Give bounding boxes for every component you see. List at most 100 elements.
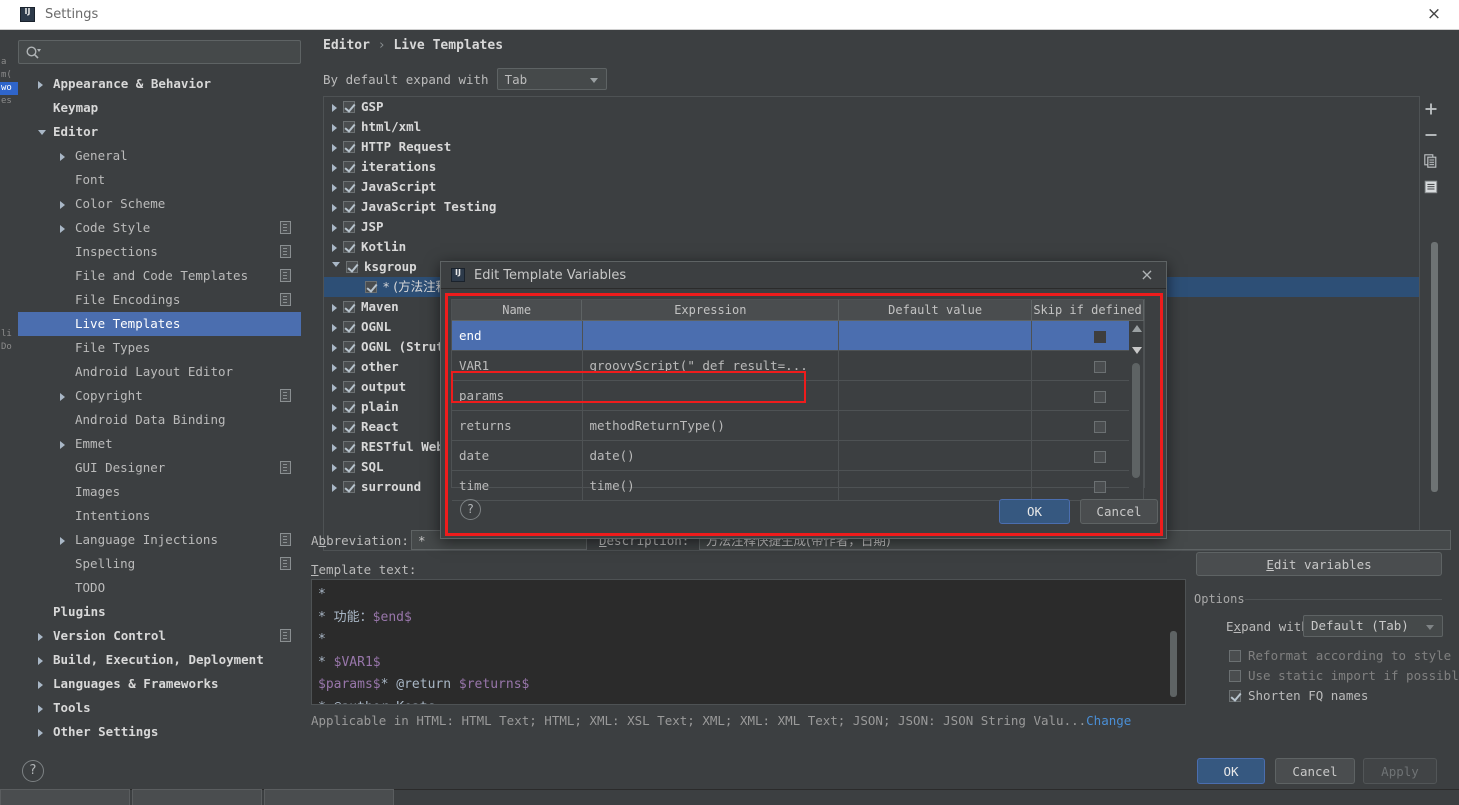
template-group-row[interactable]: html/xml [324,117,1419,137]
template-tree-scrollbar[interactable] [1429,242,1439,532]
sidebar-item-file-types[interactable]: File Types [18,336,301,360]
checkbox-icon[interactable] [1093,360,1106,373]
chevron-right-icon[interactable] [332,483,337,492]
ide-taskbar-tab[interactable] [132,789,262,805]
checkbox-icon[interactable] [343,300,355,313]
variable-default-value-cell[interactable] [839,411,1032,441]
chevron-right-icon[interactable] [38,81,43,89]
chevron-right-icon[interactable] [60,441,65,449]
chevron-right-icon[interactable] [332,163,337,172]
checkbox-icon[interactable] [343,320,355,333]
checkbox-icon[interactable] [343,480,355,493]
dialog-ok-button[interactable]: OK [999,499,1070,524]
checkbox-icon[interactable] [343,220,355,233]
expand-with-select[interactable]: Default (Tab) [1303,615,1443,637]
sidebar-item-file-encodings[interactable]: File Encodings [18,288,301,312]
variable-row[interactable]: end [452,321,1144,351]
template-group-row[interactable]: JavaScript Testing [324,197,1419,217]
apply-button[interactable]: Apply [1363,758,1437,784]
sidebar-item-other-settings[interactable]: Other Settings [18,720,301,744]
duplicate-button[interactable] [1420,174,1442,200]
checkbox-icon[interactable] [1093,390,1106,403]
sidebar-item-tools[interactable]: Tools [18,696,301,720]
checkbox-icon[interactable] [343,460,355,473]
checkbox-icon[interactable] [343,140,355,153]
checkbox-icon[interactable] [343,440,355,453]
sidebar-item-code-style[interactable]: Code Style [18,216,301,240]
checkbox-icon[interactable] [1093,420,1106,433]
variable-default-value-cell[interactable] [839,381,1032,411]
variable-default-value-cell[interactable] [839,351,1032,381]
scrollbar-thumb[interactable] [1132,363,1140,478]
default-expand-select[interactable]: Tab [496,68,607,90]
template-text-editor[interactable]: * * 功能：$end$ * * $VAR1$ $params$* @return… [311,579,1186,705]
template-group-row[interactable]: iterations [324,157,1419,177]
shorten-fq-names-checkbox[interactable]: Shorten FQ names [1229,688,1368,704]
checkbox-icon[interactable] [343,180,355,193]
chevron-right-icon[interactable] [332,143,337,152]
variable-skip-if-defined-cell[interactable] [1031,441,1144,471]
help-button[interactable]: ? [22,760,44,782]
variable-row[interactable]: date date() [452,441,1144,471]
checkbox-icon[interactable] [1093,330,1106,343]
chevron-right-icon[interactable] [332,443,337,452]
chevron-right-icon[interactable] [332,123,337,132]
sidebar-item-android-layout-editor[interactable]: Android Layout Editor [18,360,301,384]
checkbox-icon[interactable] [343,340,355,353]
chevron-right-icon[interactable] [332,423,337,432]
edit-variables-button[interactable]: Edit variables [1196,552,1442,576]
checkbox-icon[interactable] [343,420,355,433]
variable-expression-cell[interactable]: groovyScript(" def result=... [582,351,840,381]
variable-row[interactable]: returns methodReturnType() [452,411,1144,441]
variable-skip-if-defined-cell[interactable] [1031,351,1144,381]
add-button[interactable] [1420,96,1442,122]
ide-taskbar-tab[interactable] [264,789,394,805]
template-group-row[interactable]: GSP [324,97,1419,117]
sidebar-item-images[interactable]: Images [18,480,301,504]
chevron-right-icon[interactable] [38,729,43,737]
chevron-down-icon[interactable] [38,130,46,139]
variable-expression-cell[interactable]: date() [582,441,840,471]
template-group-row[interactable]: JSP [324,217,1419,237]
remove-button[interactable] [1420,122,1442,148]
template-group-row[interactable]: HTTP Request [324,137,1419,157]
dialog-help-button[interactable]: ? [460,499,481,520]
dialog-cancel-button[interactable]: Cancel [1080,499,1158,524]
sidebar-item-color-scheme[interactable]: Color Scheme [18,192,301,216]
chevron-right-icon[interactable] [38,681,43,689]
variable-skip-if-defined-cell[interactable] [1031,381,1144,411]
close-icon[interactable]: × [1137,266,1157,284]
sidebar-item-copyright[interactable]: Copyright [18,384,301,408]
checkbox-icon[interactable] [1093,450,1106,463]
chevron-right-icon[interactable] [38,705,43,713]
search-input[interactable] [18,40,301,64]
variable-row[interactable]: params [452,381,1144,411]
sidebar-item-file-and-code-templates[interactable]: File and Code Templates [18,264,301,288]
checkbox-icon[interactable] [343,380,355,393]
variable-name-cell[interactable]: date [452,441,583,471]
sidebar-item-emmet[interactable]: Emmet [18,432,301,456]
checkbox-icon[interactable] [343,120,355,133]
sidebar-item-spelling[interactable]: Spelling [18,552,301,576]
variable-row[interactable]: VAR1 groovyScript(" def result=... [452,351,1144,381]
chevron-right-icon[interactable] [332,223,337,232]
sidebar-item-gui-designer[interactable]: GUI Designer [18,456,301,480]
variable-skip-if-defined-cell[interactable] [1031,321,1144,351]
chevron-right-icon[interactable] [332,303,337,312]
sidebar-item-inspections[interactable]: Inspections [18,240,301,264]
variable-expression-cell[interactable] [582,381,840,411]
chevron-right-icon[interactable] [332,103,337,112]
ide-taskbar-tab[interactable] [0,789,130,805]
breadcrumb-root[interactable]: Editor [323,38,370,53]
checkbox-icon[interactable] [365,280,377,293]
scrollbar-thumb[interactable] [1431,242,1438,492]
sidebar-item-language-injections[interactable]: Language Injections [18,528,301,552]
chevron-right-icon[interactable] [332,203,337,212]
variable-expression-cell[interactable]: methodReturnType() [582,411,840,441]
copy-button[interactable] [1420,148,1442,174]
template-group-row[interactable]: JavaScript [324,177,1419,197]
checkbox-icon[interactable] [343,160,355,173]
chevron-right-icon[interactable] [60,537,65,545]
reformat-checkbox[interactable]: Reformat according to style [1229,648,1451,664]
chevron-right-icon[interactable] [332,403,337,412]
